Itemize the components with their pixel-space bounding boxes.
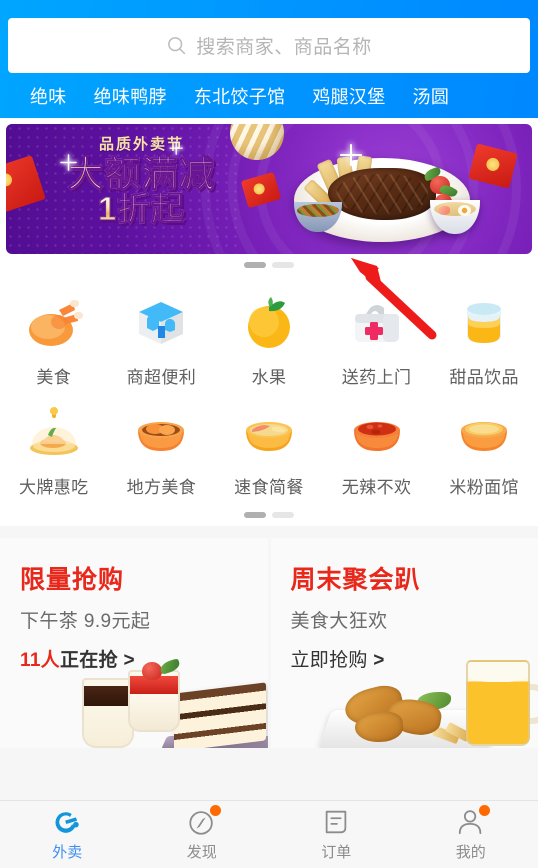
category-page-indicator [0,504,538,526]
hot-keyword-2[interactable]: 东北饺子馆 [194,83,286,109]
category-label: 甜品饮品 [449,368,519,387]
coin-icon [252,182,266,196]
category-item-dapaihuichi[interactable]: 大牌惠吃 [0,394,108,504]
category-label: 地方美食 [126,478,197,497]
category-item-shangchao[interactable]: 商超便利 [108,284,216,394]
tiramisu-slice [173,682,266,748]
order-list-icon [321,807,351,837]
tab-label: 外卖 [52,844,83,861]
category-row-2: 大牌惠吃 地方美食 速食简餐 无辣不欢 米粉面馆 [0,394,538,504]
category-label: 送药上门 [341,368,412,387]
promo-card-weekend-party[interactable]: 周末聚会趴 美食大狂欢 立即抢购 > [270,538,538,748]
notification-badge [478,805,490,816]
cloche-dish-icon [23,402,85,464]
compass-icon [187,805,221,837]
search-icon [166,35,187,56]
sparkle-icon [340,144,362,166]
promo-subtitle: 下午茶 9.9元起 [20,611,151,632]
coin-icon [6,171,14,189]
category-label: 水果 [251,368,287,387]
category-label: 速食简餐 [234,478,304,497]
search-bar[interactable]: 搜索商家、商品名称 [8,18,530,73]
tab-label: 发现 [186,844,217,861]
dessert-cake-image [64,638,268,748]
category-item-wulabuhuan[interactable]: 无辣不欢 [323,394,431,504]
category-item-mifenmianguan[interactable]: 米粉面馆 [430,394,538,504]
category-grid: 美食 商超便利 水果 送药上门 甜品饮品 大牌惠吃 地方美食 速食简餐 无辣不欢… [0,276,538,526]
category-item-difangmeishi[interactable]: 地方美食 [108,394,216,504]
category-label: 米粉面馆 [449,478,519,497]
spicy-bowl-icon [346,402,408,464]
hot-keyword-0[interactable]: 绝味 [30,83,67,109]
chicken-beer-image [318,638,538,748]
shrimp-topping [438,206,450,215]
coin-icon [484,156,501,173]
category-label: 商超便利 [126,368,197,387]
sparkle-icon [60,154,77,171]
hot-keyword-4[interactable]: 汤圆 [413,83,450,109]
category-row-1: 美食 商超便利 水果 送药上门 甜品饮品 [0,284,538,394]
promo-card-limited-purchase[interactable]: 限量抢购 下午茶 9.9元起 11人正在抢 > [0,538,268,748]
notification-badge [209,805,221,816]
banner-title-line2: 1折起 [34,192,249,226]
tab-label: 我的 [455,844,486,861]
category-item-songyao[interactable]: 送药上门 [323,284,431,394]
category-indicator-dot-active[interactable] [244,512,266,518]
promo-subtitle: 美食大狂欢 [290,611,388,632]
category-item-meishi[interactable]: 美食 [0,284,108,394]
grilled-steak [328,168,436,220]
fast-meal-bowl-icon [238,402,300,464]
search-placeholder-text: 搜索商家、商品名称 [196,37,372,58]
egg-topping [458,205,471,216]
medical-kit-icon [346,292,408,354]
banner-subtitle: 品质外卖节 [98,136,184,153]
strawberry-topping [141,662,162,680]
tab-label: 订单 [321,844,352,861]
rice-noodle-bowl-icon [453,402,515,464]
category-label: 美食 [36,368,72,387]
bottom-tab-bar: 外卖 发现 订单 我的 [0,800,538,868]
chocolate-layer [83,686,132,706]
promo-title: 限量抢购 [20,566,125,594]
promo-banner[interactable]: 品质外卖节 大额满减 1折起 [6,124,532,254]
tab-wode[interactable]: 我的 [404,805,538,862]
category-indicator-dot[interactable] [272,512,294,518]
category-item-shuiguo[interactable]: 水果 [215,284,323,394]
banner-indicator-dot-active[interactable] [244,262,266,268]
person-icon [456,805,490,837]
hot-keyword-list: 绝味 绝味鸭脖 东北饺子馆 鸡腿汉堡 汤圆 [8,73,530,118]
banner-indicator-dot[interactable] [272,262,294,268]
app-header: 搜索商家、商品名称 绝味 绝味鸭脖 东北饺子馆 鸡腿汉堡 汤圆 [0,0,538,118]
promo-cta-count: 11人 [20,650,60,671]
search-inner: 搜索商家、商品名称 [166,32,372,59]
noodle-bowl-icon [130,402,192,464]
beer-mug [466,660,530,746]
app-root: 搜索商家、商品名称 绝味 绝味鸭脖 东北饺子馆 鸡腿汉堡 汤圆 品质外卖节 大额… [0,0,538,868]
eleme-logo-icon [52,807,82,837]
banner-text-block: 品质外卖节 大额满减 1折起 [34,133,249,226]
tab-faxian[interactable]: 发现 [135,805,270,862]
promo-card-list: 限量抢购 下午茶 9.9元起 11人正在抢 > 周末聚会趴 美食大狂欢 立即抢购… [0,538,538,748]
category-label: 无辣不欢 [341,478,412,497]
convenience-store-icon [130,292,192,354]
beer-foam [468,662,528,682]
sparkle-icon [169,141,183,155]
chocolate-pudding-glass [81,678,134,748]
category-item-tianpin[interactable]: 甜品饮品 [430,284,538,394]
tab-dingdan[interactable]: 订单 [269,807,404,862]
hot-keyword-3[interactable]: 鸡腿汉堡 [312,83,385,109]
category-label: 大牌惠吃 [18,478,89,497]
promo-title: 周末聚会趴 [290,566,421,594]
hot-keyword-1[interactable]: 绝味鸭脖 [94,83,167,109]
roast-chicken-icon [23,292,85,354]
banner-page-indicator [0,254,538,276]
banner-carousel-container: 品质外卖节 大额满减 1折起 [0,118,538,254]
tab-waimai[interactable]: 外卖 [0,807,135,862]
drink-cup-icon [453,292,515,354]
category-item-sushijiancan[interactable]: 速食简餐 [215,394,323,504]
orange-fruit-icon [238,292,300,354]
